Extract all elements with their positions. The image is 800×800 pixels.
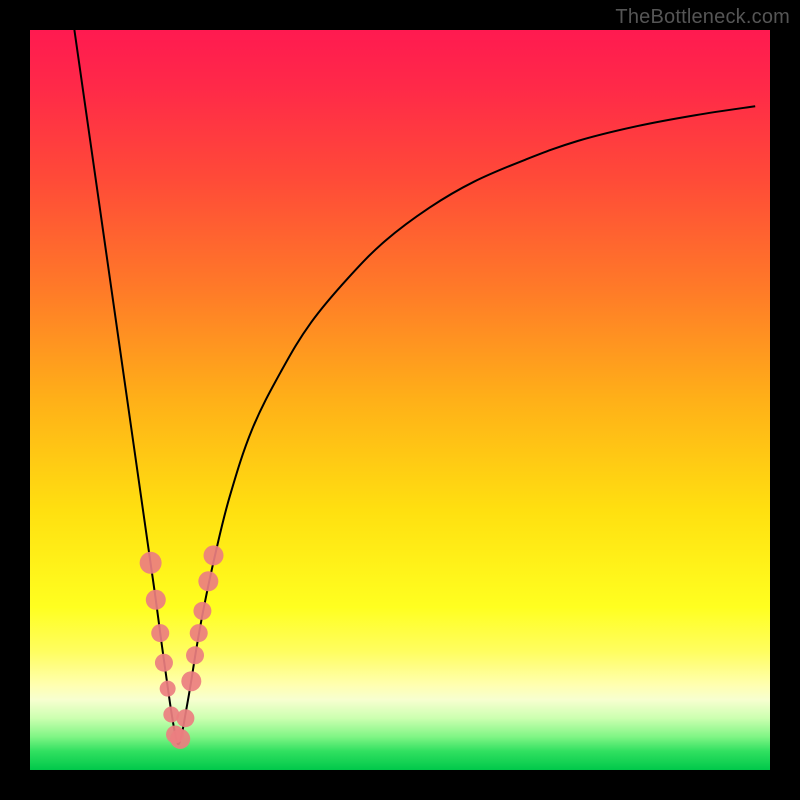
marker-point [190, 624, 208, 642]
gradient-background [30, 30, 770, 770]
marker-point [204, 545, 224, 565]
chart-frame: TheBottleneck.com [0, 0, 800, 800]
marker-point [193, 602, 211, 620]
marker-point [155, 654, 173, 672]
marker-point [186, 646, 204, 664]
marker-point [181, 671, 201, 691]
marker-point [198, 571, 218, 591]
marker-point [146, 590, 166, 610]
watermark-text: TheBottleneck.com [615, 6, 790, 29]
marker-point [151, 624, 169, 642]
marker-point [160, 681, 176, 697]
marker-point [170, 729, 190, 749]
marker-point [176, 709, 194, 727]
bottleneck-chart [30, 30, 770, 770]
marker-point [140, 552, 162, 574]
plot-area [30, 30, 770, 770]
